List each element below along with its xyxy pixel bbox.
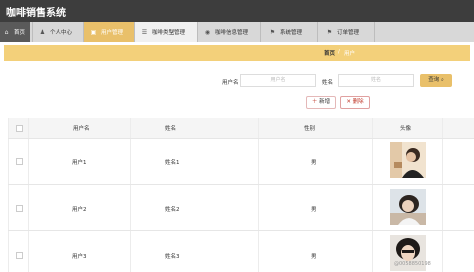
add-button[interactable]: ＋ 新增 — [306, 96, 336, 109]
order-icon: ⚑ — [326, 28, 333, 36]
table-divider — [130, 118, 131, 272]
row-checkbox[interactable] — [16, 252, 23, 259]
user-manage-icon: ▣ — [90, 28, 97, 36]
column-header-name: 姓名 — [165, 126, 177, 132]
nav-divider — [32, 22, 33, 42]
main-nav: ⌂ 首页 ♟ 个人中心 ▣ 用户管理 ☰ 咖啡类型管理 ◉ 咖啡信息管理 ⚑ 系… — [0, 22, 474, 42]
cell-username: 用户2 — [72, 207, 87, 213]
plus-icon: ＋ — [311, 99, 318, 105]
table-divider — [442, 118, 443, 272]
table-divider — [372, 118, 373, 272]
row-checkbox[interactable] — [16, 205, 23, 212]
nav-divider — [197, 22, 198, 42]
nav-item-coffee-type[interactable]: ☰ 咖啡类型管理 — [135, 22, 197, 42]
column-header-gender: 性别 — [304, 126, 316, 132]
add-button-label: 新增 — [319, 99, 331, 105]
column-header-username: 用户名 — [73, 126, 90, 132]
search-button[interactable]: 查询 ⌕ — [420, 74, 452, 87]
search-icon: ⌕ — [440, 77, 444, 83]
nav-item-system-management[interactable]: ⚑ 系统管理 — [261, 22, 317, 42]
username-input[interactable]: 用户名 — [240, 74, 316, 87]
nav-item-label: 订单管理 — [337, 30, 360, 36]
cell-gender: 男 — [311, 160, 317, 166]
nav-item-user-management[interactable]: ▣ 用户管理 — [84, 22, 134, 42]
cell-username: 用户3 — [72, 254, 87, 260]
nav-divider — [374, 22, 375, 42]
column-header-avatar: 头像 — [400, 126, 412, 132]
nav-item-label: 系统管理 — [280, 30, 303, 36]
table-divider — [8, 230, 474, 231]
breadcrumb-home[interactable]: 首页 — [324, 49, 335, 57]
app-header: 咖啡销售系统 — [0, 0, 474, 22]
nav-item-personal-center[interactable]: ♟ 个人中心 — [33, 22, 83, 42]
app-title: 咖啡销售系统 — [6, 8, 66, 19]
table-divider — [258, 118, 259, 272]
avatar — [390, 142, 426, 178]
avatar — [390, 189, 426, 225]
nav-divider — [260, 22, 261, 42]
coffee-type-icon: ☰ — [141, 28, 148, 36]
cell-name: 姓名3 — [165, 254, 180, 260]
delete-button-label: 删除 — [352, 99, 364, 105]
nav-item-home[interactable]: ⌂ 首页 — [0, 22, 30, 42]
table-divider — [8, 184, 474, 185]
watermark: @0058850198 — [394, 261, 431, 267]
home-icon: ⌂ — [4, 28, 9, 36]
cell-name: 姓名2 — [165, 207, 180, 213]
cell-gender: 男 — [311, 207, 317, 213]
delete-icon: ✕ — [346, 99, 351, 105]
nav-item-label: 用户管理 — [101, 30, 124, 36]
table-divider — [8, 118, 9, 272]
nav-item-label: 咖啡信息管理 — [215, 30, 249, 36]
breadcrumb-separator: / — [338, 49, 340, 55]
cell-name: 姓名1 — [165, 160, 180, 166]
nav-divider — [134, 22, 135, 42]
nav-item-order-management[interactable]: ⚑ 订单管理 — [318, 22, 374, 42]
delete-button[interactable]: ✕ 删除 — [340, 96, 370, 109]
row-checkbox[interactable] — [16, 158, 23, 165]
coffee-info-icon: ◉ — [204, 28, 211, 36]
select-all-checkbox[interactable] — [16, 125, 23, 132]
cell-gender: 男 — [311, 254, 317, 260]
cell-username: 用户1 — [72, 160, 87, 166]
breadcrumb: 首页 / 用户 — [4, 45, 470, 61]
name-input[interactable]: 姓名 — [338, 74, 414, 87]
nav-item-coffee-info[interactable]: ◉ 咖啡信息管理 — [198, 22, 260, 42]
nav-divider — [317, 22, 318, 42]
table-divider — [8, 138, 474, 139]
search-button-label: 查询 — [428, 77, 440, 83]
user-icon: ♟ — [39, 28, 46, 36]
nav-divider — [83, 22, 84, 42]
name-label: 姓名 — [322, 80, 334, 86]
breadcrumb-current: 用户 — [344, 51, 356, 57]
table-header: 用户名 姓名 性别 头像 — [8, 118, 474, 138]
flag-icon: ⚑ — [269, 28, 276, 36]
mouse-cursor-icon: ☝ — [170, 29, 175, 37]
table-divider — [28, 118, 29, 272]
username-label: 用户名 — [222, 80, 239, 86]
nav-item-label: 咖啡类型管理 — [152, 30, 186, 36]
nav-item-label: 首页 — [14, 30, 26, 36]
nav-item-label: 个人中心 — [50, 30, 73, 36]
